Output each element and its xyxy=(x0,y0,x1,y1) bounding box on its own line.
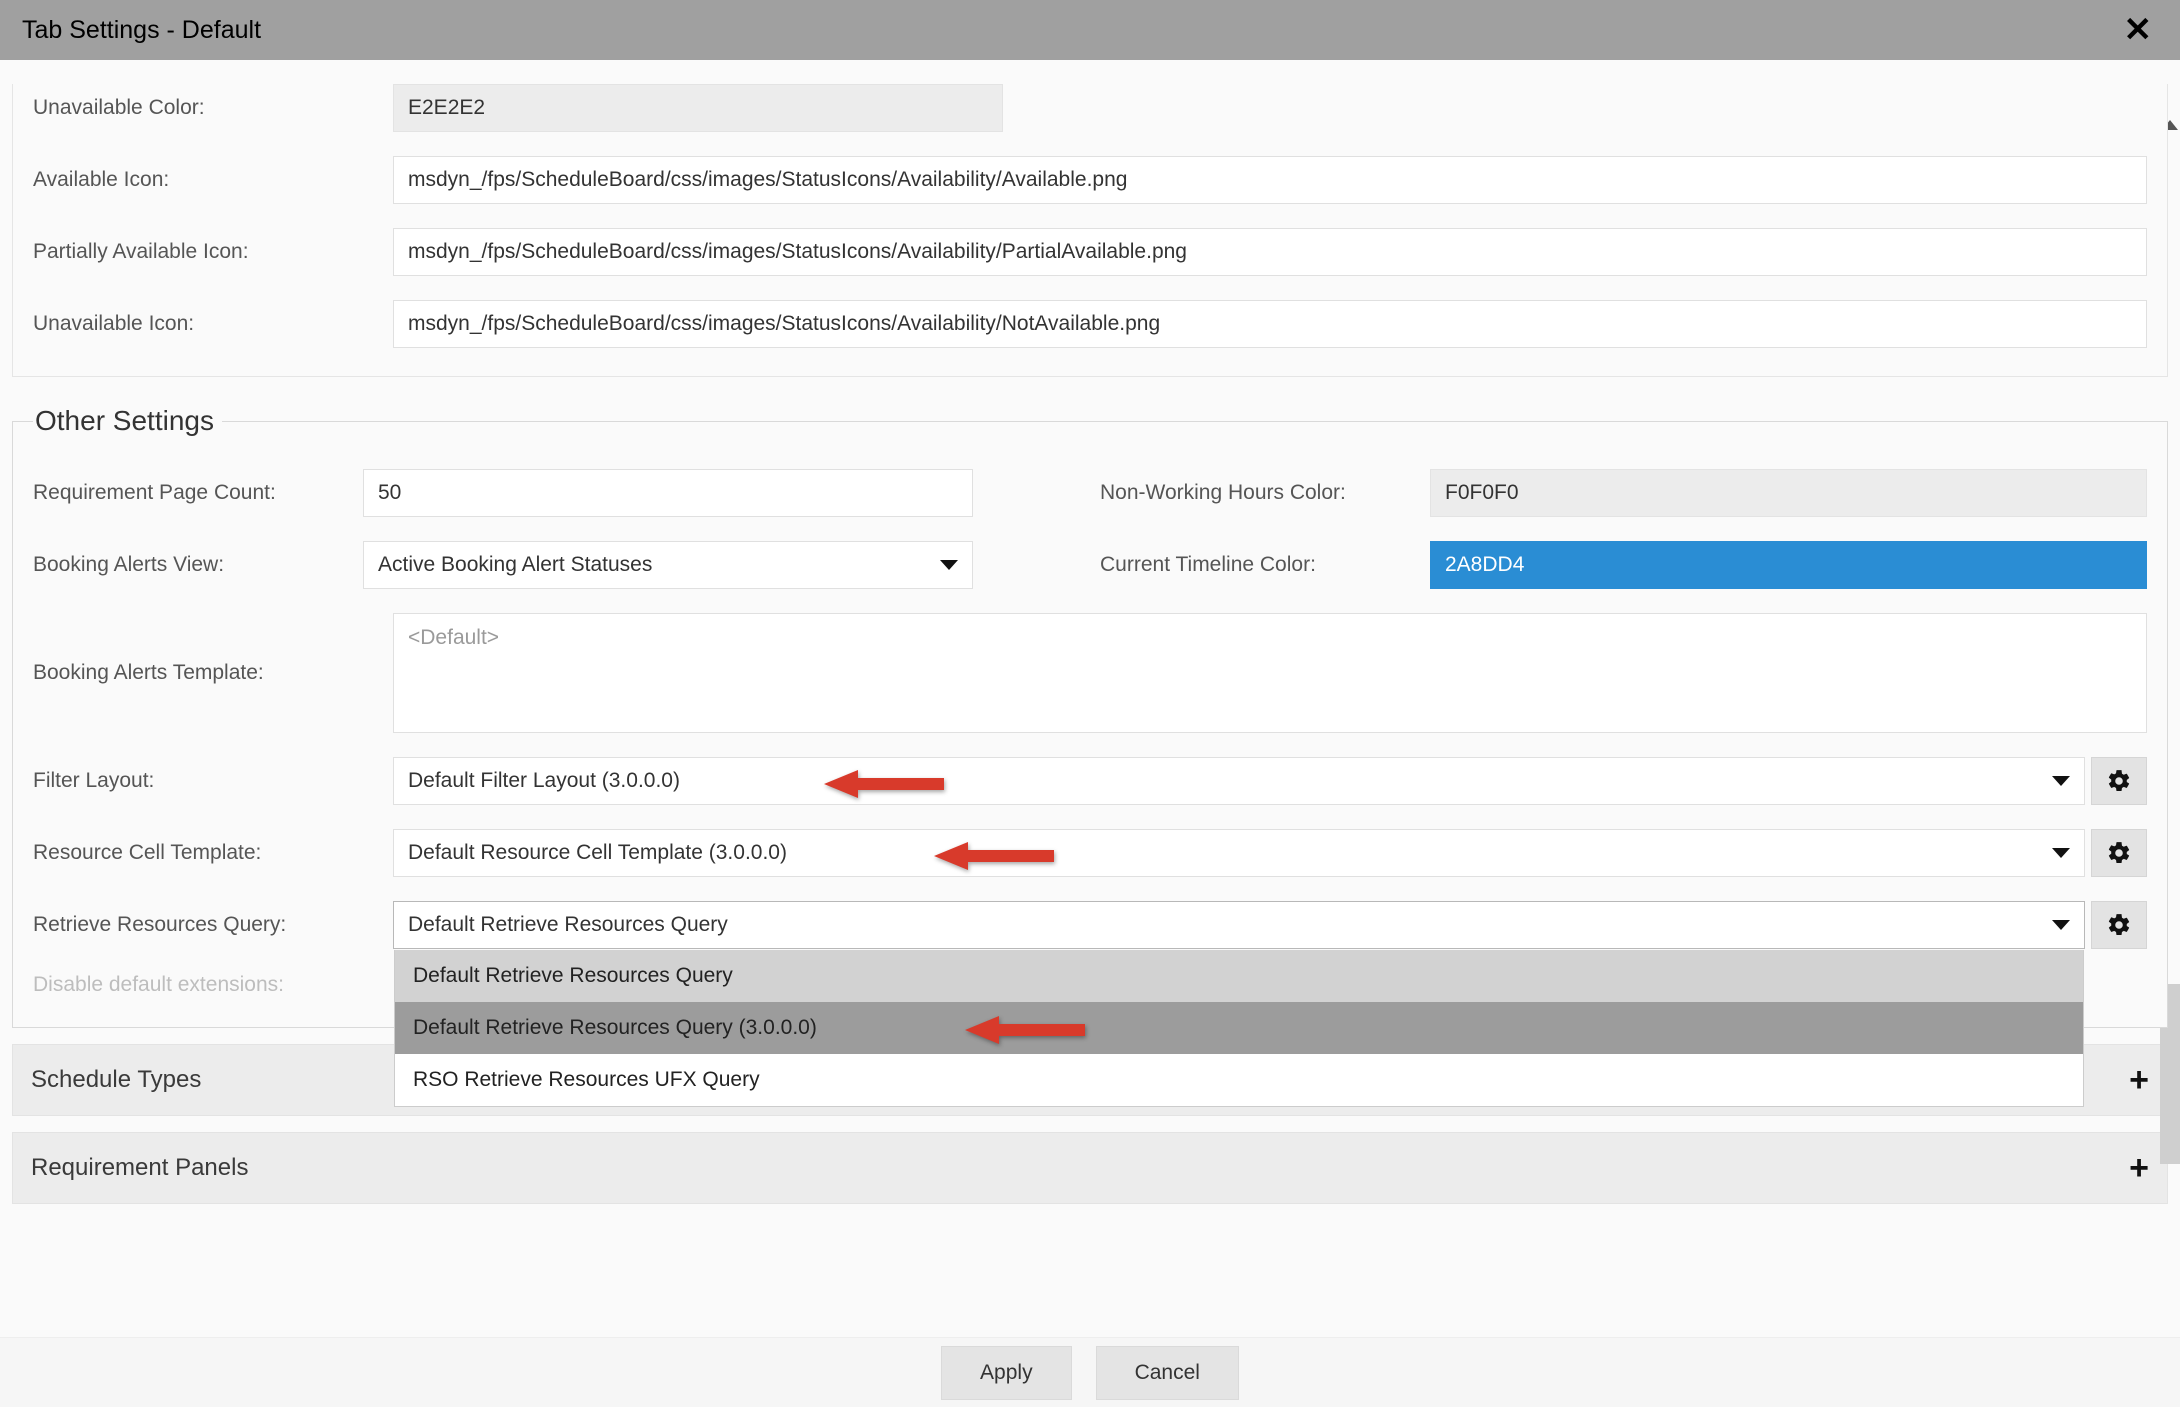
unavailable-icon-label: Unavailable Icon: xyxy=(33,312,373,336)
resource-cell-template-label: Resource Cell Template: xyxy=(33,841,373,865)
retrieve-resources-query-select[interactable]: Default Retrieve Resources Query Default… xyxy=(393,901,2085,949)
booking-alerts-view-select[interactable]: Active Booking Alert Statuses xyxy=(363,541,973,589)
booking-alerts-view-label: Booking Alerts View: xyxy=(33,553,363,577)
filter-layout-label: Filter Layout: xyxy=(33,769,373,793)
dialog-content: Unavailable Color: E2E2E2 Available Icon… xyxy=(0,60,2180,1343)
non-working-hours-color-label: Non-Working Hours Color: xyxy=(1100,481,1430,505)
booking-alerts-template-field[interactable]: <Default> xyxy=(393,613,2147,733)
partially-available-icon-label: Partially Available Icon: xyxy=(33,240,373,264)
retrieve-resources-query-gear-button[interactable] xyxy=(2091,901,2147,949)
disable-default-extensions-label: Disable default extensions: xyxy=(33,973,373,997)
dropdown-option[interactable]: Default Retrieve Resources Query xyxy=(395,950,2083,1002)
chevron-down-icon xyxy=(2052,848,2070,858)
requirement-page-count-field[interactable]: 50 xyxy=(363,469,973,517)
close-icon[interactable]: ✕ xyxy=(2118,10,2159,50)
filter-layout-gear-button[interactable] xyxy=(2091,757,2147,805)
chevron-down-icon xyxy=(940,560,958,570)
unavailable-icon-field[interactable]: msdyn_/fps/ScheduleBoard/css/images/Stat… xyxy=(393,300,2147,348)
requirement-page-count-label: Requirement Page Count: xyxy=(33,481,363,505)
gear-icon xyxy=(2106,768,2132,794)
icon-settings-panel: Unavailable Color: E2E2E2 Available Icon… xyxy=(12,84,2168,377)
filter-layout-select[interactable]: Default Filter Layout (3.0.0.0) xyxy=(393,757,2085,805)
apply-button[interactable]: Apply xyxy=(941,1346,1072,1400)
annotation-arrow xyxy=(965,1010,1085,1056)
chevron-down-icon xyxy=(2052,920,2070,930)
section-title: Schedule Types xyxy=(31,1066,201,1094)
requirement-panels-section[interactable]: Requirement Panels + xyxy=(12,1132,2168,1204)
unavailable-color-field[interactable]: E2E2E2 xyxy=(393,84,1003,132)
retrieve-resources-query-dropdown: Default Retrieve Resources Query Default… xyxy=(394,950,2084,1107)
current-timeline-color-field[interactable]: 2A8DD4 xyxy=(1430,541,2147,589)
available-icon-field[interactable]: msdyn_/fps/ScheduleBoard/css/images/Stat… xyxy=(393,156,2147,204)
non-working-hours-color-field[interactable]: F0F0F0 xyxy=(1430,469,2147,517)
booking-alerts-template-label: Booking Alerts Template: xyxy=(33,661,373,685)
gear-icon xyxy=(2106,840,2132,866)
available-icon-label: Available Icon: xyxy=(33,168,373,192)
other-settings-legend: Other Settings xyxy=(33,405,222,437)
retrieve-resources-query-label: Retrieve Resources Query: xyxy=(33,913,373,937)
window-title: Tab Settings - Default xyxy=(22,16,261,45)
current-timeline-color-label: Current Timeline Color: xyxy=(1100,553,1430,577)
dropdown-option[interactable]: Default Retrieve Resources Query (3.0.0.… xyxy=(395,1002,2083,1054)
other-settings-group: Other Settings Requirement Page Count: 5… xyxy=(12,405,2168,1028)
unavailable-color-label: Unavailable Color: xyxy=(33,96,373,120)
chevron-down-icon xyxy=(2052,776,2070,786)
annotation-arrow xyxy=(824,764,944,810)
cancel-button[interactable]: Cancel xyxy=(1096,1346,1239,1400)
annotation-arrow xyxy=(934,836,1054,882)
gear-icon xyxy=(2106,912,2132,938)
plus-icon[interactable]: + xyxy=(2129,1151,2149,1185)
resource-cell-template-gear-button[interactable] xyxy=(2091,829,2147,877)
partially-available-icon-field[interactable]: msdyn_/fps/ScheduleBoard/css/images/Stat… xyxy=(393,228,2147,276)
section-title: Requirement Panels xyxy=(31,1154,248,1182)
dialog-footer: Apply Cancel xyxy=(0,1337,2180,1407)
plus-icon[interactable]: + xyxy=(2129,1063,2149,1097)
dropdown-option[interactable]: RSO Retrieve Resources UFX Query xyxy=(395,1054,2083,1106)
resource-cell-template-select[interactable]: Default Resource Cell Template (3.0.0.0) xyxy=(393,829,2085,877)
window-titlebar: Tab Settings - Default ✕ xyxy=(0,0,2180,60)
